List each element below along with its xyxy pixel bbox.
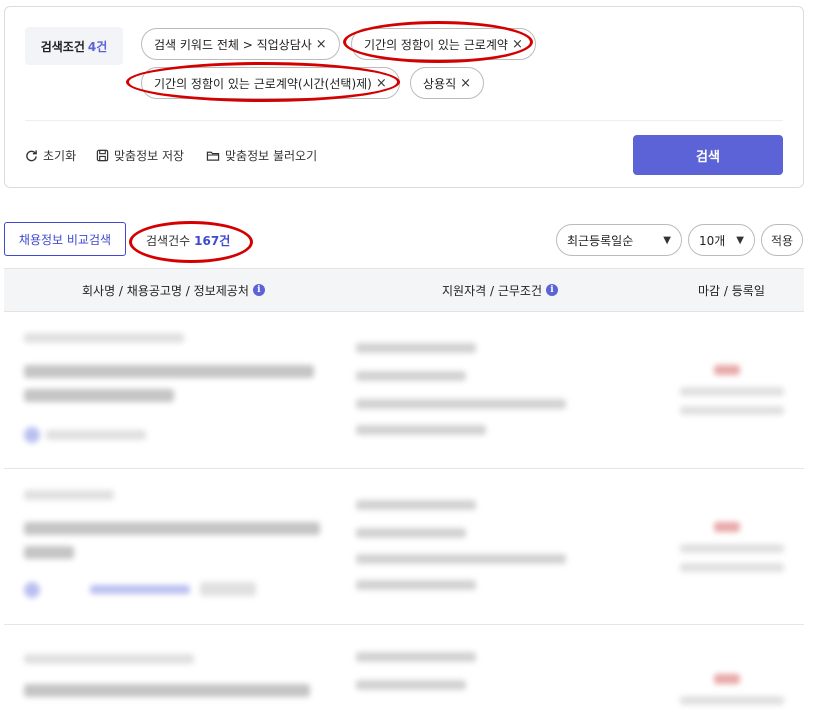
divider	[25, 120, 783, 121]
redacted-text	[356, 528, 466, 538]
redacted-text	[714, 365, 740, 375]
filter-chip-fixed-term-part-time[interactable]: 기간의 정함이 있는 근로계약(시간(선택)제) ×	[141, 67, 400, 99]
column-header-deadline: 마감 / 등록일	[698, 269, 765, 311]
redacted-text	[356, 425, 486, 435]
condition-label-text: 검색조건	[40, 39, 85, 54]
filter-chip-permanent[interactable]: 상용직 ×	[410, 67, 485, 99]
column-header-qualification: 지원자격 / 근무조건 i	[442, 269, 558, 311]
sort-select[interactable]: 최근등록일순 ▼	[556, 224, 682, 256]
redacted-logo	[24, 582, 40, 598]
load-label: 맞춤정보 불러오기	[225, 149, 318, 163]
info-icon[interactable]: i	[252, 284, 265, 296]
close-icon[interactable]: ×	[376, 76, 387, 91]
redacted-text	[680, 387, 784, 396]
redacted-text	[46, 430, 146, 440]
table-row[interactable]	[4, 313, 804, 469]
redacted-text	[24, 684, 310, 697]
close-icon[interactable]: ×	[512, 37, 523, 52]
redacted-text	[356, 399, 566, 409]
redacted-text	[24, 365, 314, 378]
chevron-down-icon: ▼	[663, 234, 671, 246]
chip-label: 기간의 정함이 있는 근로계약	[364, 37, 508, 52]
redacted-text	[24, 490, 114, 500]
redacted-text	[356, 652, 476, 662]
column-header-label: 회사명 / 채용공고명 / 정보제공처	[82, 283, 249, 298]
search-button[interactable]: 검색	[633, 135, 783, 175]
redacted-text	[680, 406, 784, 415]
load-custom-button[interactable]: 맞춤정보 불러오기	[206, 147, 317, 164]
reset-button[interactable]: 초기화	[25, 147, 76, 164]
column-header-label: 마감 / 등록일	[698, 283, 765, 298]
sort-select-value: 최근등록일순	[567, 233, 634, 248]
column-header-label: 지원자격 / 근무조건	[442, 283, 542, 298]
redacted-text	[680, 696, 784, 705]
redacted-text	[680, 544, 784, 553]
close-icon[interactable]: ×	[316, 37, 327, 52]
page-size-select[interactable]: 10개 ▼	[688, 224, 755, 256]
table-header: 회사명 / 채용공고명 / 정보제공처 i 지원자격 / 근무조건 i 마감 /…	[4, 268, 804, 312]
save-label: 맞춤정보 저장	[114, 149, 185, 163]
page-size-value: 10개	[699, 233, 726, 248]
redacted-text	[714, 674, 740, 684]
redacted-text	[356, 343, 476, 353]
reset-icon	[25, 149, 38, 162]
result-count-label: 검색건수	[146, 234, 191, 248]
folder-icon	[206, 149, 220, 162]
apply-button[interactable]: 적용	[761, 224, 803, 256]
redacted-text	[356, 680, 466, 690]
column-header-company: 회사명 / 채용공고명 / 정보제공처 i	[82, 269, 265, 311]
redacted-text	[24, 389, 174, 402]
filter-chip-fixed-term[interactable]: 기간의 정함이 있는 근로계약 ×	[351, 28, 536, 60]
chip-label: 기간의 정함이 있는 근로계약(시간(선택)제)	[154, 76, 372, 91]
condition-count: 4건	[87, 39, 108, 54]
redacted-text	[24, 546, 74, 559]
chip-label: 검색 키워드 전체 > 직업상담사	[154, 37, 312, 52]
result-count: 검색건수 167건	[146, 232, 230, 249]
search-condition-label: 검색조건 4건	[25, 27, 123, 65]
reset-label: 초기화	[43, 149, 77, 163]
redacted-text	[680, 563, 784, 572]
redacted-text	[24, 522, 320, 535]
redacted-text	[356, 554, 566, 564]
filter-chip-keyword[interactable]: 검색 키워드 전체 > 직업상담사 ×	[141, 28, 340, 60]
chip-label: 상용직	[423, 76, 457, 91]
redacted-text	[356, 500, 476, 510]
redacted-text	[356, 580, 476, 590]
compare-jobs-button[interactable]: 채용정보 비교검색	[4, 222, 126, 256]
info-icon[interactable]: i	[546, 284, 558, 296]
table-row[interactable]	[4, 626, 804, 710]
redacted-text	[24, 654, 194, 664]
save-icon	[96, 149, 109, 162]
redacted-logo	[24, 427, 40, 443]
search-filter-panel: 검색조건 4건 검색 키워드 전체 > 직업상담사 × 기간의 정함이 있는 근…	[4, 6, 804, 188]
table-row[interactable]	[4, 470, 804, 625]
redacted-text	[714, 522, 740, 532]
redacted-text	[200, 582, 256, 596]
redacted-text	[356, 371, 466, 381]
save-custom-button[interactable]: 맞춤정보 저장	[96, 147, 184, 164]
chevron-down-icon: ▼	[736, 234, 744, 246]
redacted-text	[24, 333, 184, 343]
close-icon[interactable]: ×	[460, 76, 471, 91]
redacted-text	[90, 585, 190, 594]
result-count-value: 167건	[194, 234, 231, 248]
